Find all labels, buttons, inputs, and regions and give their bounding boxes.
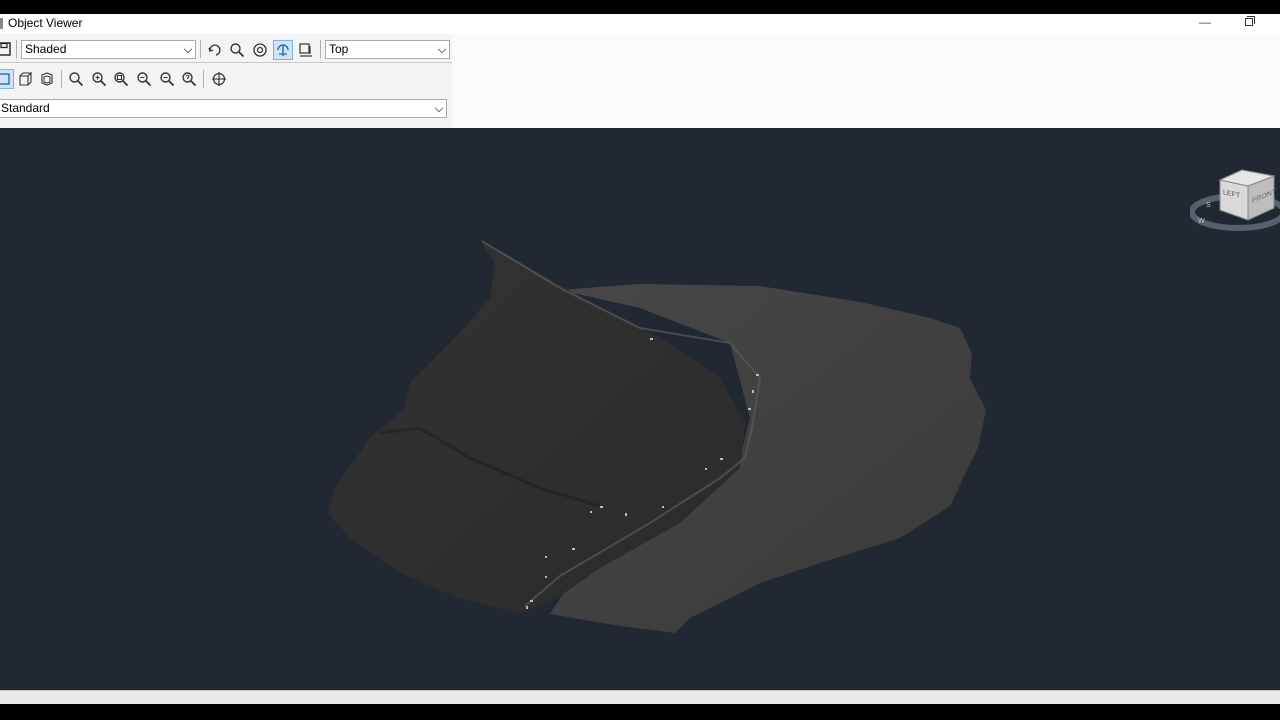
zoom-realtime-button[interactable]: [66, 69, 86, 89]
named-views-icon: [299, 43, 312, 57]
toolbar-panel: Shaded Top Standard: [0, 34, 452, 128]
nav-bar-icon: [212, 72, 226, 86]
app-icon: [0, 18, 3, 29]
perspective-view-button[interactable]: [15, 69, 35, 89]
toolbar-separator: [16, 40, 17, 58]
zoom-icon: [230, 43, 245, 58]
minimize-button[interactable]: —: [1198, 15, 1212, 31]
zoom-previous-icon: [182, 72, 197, 87]
toolbar-empty-region: [452, 34, 1280, 128]
nav-bar-button[interactable]: [209, 69, 229, 89]
restore-button[interactable]: [1242, 16, 1256, 30]
visual-style-value: Shaded: [25, 42, 67, 56]
save-icon: [0, 42, 11, 56]
zoom-extents-button[interactable]: [157, 69, 177, 89]
parallel-view-icon: [0, 73, 10, 85]
window-title: Object Viewer: [8, 16, 83, 30]
status-bar: [0, 690, 1280, 704]
pan-orbit-button[interactable]: [273, 40, 293, 60]
steering-wheel-icon: [253, 43, 267, 57]
toolbar-separator: [61, 70, 62, 88]
view-cube[interactable]: LEFT FRONT W S: [1189, 168, 1280, 238]
named-views-button[interactable]: [296, 40, 316, 60]
parallel-view-button[interactable]: [0, 69, 14, 89]
3d-viewport[interactable]: LEFT FRONT W S: [0, 128, 1280, 690]
zoom-in-button[interactable]: [89, 69, 109, 89]
chevron-down-icon: [183, 44, 193, 54]
chevron-down-icon: [437, 44, 447, 54]
zoom-window-button[interactable]: [111, 69, 131, 89]
orbit-icon: [208, 44, 221, 56]
screen-top-edge: [0, 0, 1280, 14]
pan-orbit-icon: [277, 44, 289, 56]
orbit-button[interactable]: [205, 40, 225, 60]
screen-bottom-edge: [0, 704, 1280, 720]
compass-south[interactable]: S: [1206, 202, 1211, 209]
toolbar-separator: [203, 70, 204, 88]
perspective-view-icon: [19, 72, 33, 86]
toolbar-row-divider: [0, 62, 452, 63]
view-value: Top: [329, 42, 349, 56]
toolbar-area: Shaded Top Standard: [0, 34, 1280, 128]
visual-preset-value: Standard: [1, 101, 50, 115]
chevron-down-icon: [434, 103, 444, 113]
surface-render: [328, 240, 986, 633]
zoom-previous-button[interactable]: [179, 69, 199, 89]
zoom-realtime-icon: [69, 72, 84, 87]
title-bar: Object Viewer —: [0, 14, 1280, 34]
compass-west[interactable]: W: [1198, 218, 1205, 225]
zoom-out-icon: [137, 72, 152, 87]
steering-wheel-button[interactable]: [250, 40, 270, 60]
zoom-out-button[interactable]: [134, 69, 154, 89]
view-cube-toggle-button[interactable]: [37, 69, 57, 89]
visual-preset-select[interactable]: Standard: [0, 99, 447, 118]
visual-style-select[interactable]: Shaded: [21, 40, 196, 59]
zoom-extents-icon: [160, 72, 175, 87]
toolbar-separator: [320, 40, 321, 58]
zoom-window-icon: [114, 72, 129, 87]
view-select[interactable]: Top: [325, 40, 450, 59]
view-cube-toggle-icon: [41, 72, 53, 86]
save-button[interactable]: [0, 39, 14, 59]
zoom-in-icon: [92, 72, 107, 87]
zoom-button[interactable]: [227, 40, 247, 60]
view-cube-icon: [1189, 169, 1280, 231]
toolbar-separator: [200, 40, 201, 58]
